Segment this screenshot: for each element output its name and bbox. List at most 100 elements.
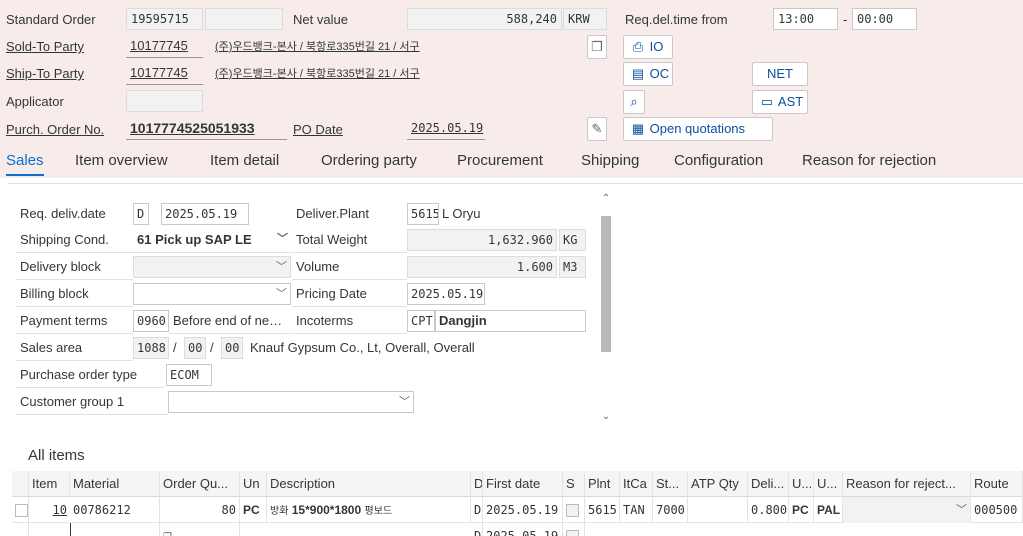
tab-item-overview[interactable]: Item overview	[75, 150, 168, 172]
cell-material-input[interactable]	[70, 523, 160, 536]
header-select[interactable]	[12, 471, 29, 497]
col-route[interactable]: Route	[971, 471, 1023, 497]
ship-to-number-field[interactable]: 10177745	[126, 63, 203, 85]
col-u2[interactable]: U...	[814, 471, 843, 497]
ast-button[interactable]: ▭ AST	[752, 90, 808, 114]
incoterms-place-field[interactable]: Dangjin	[435, 310, 586, 332]
division-field[interactable]: 00	[221, 337, 243, 359]
row-select[interactable]	[12, 497, 29, 523]
cell-s[interactable]	[563, 497, 585, 523]
deliver-plant-code-field[interactable]: 5615	[407, 203, 439, 225]
oc-button[interactable]: ▤ OC	[623, 62, 673, 86]
col-plant[interactable]: Plnt	[585, 471, 620, 497]
po-type-field[interactable]: ECOM	[166, 364, 212, 386]
incoterms-code-field[interactable]: CPT	[407, 310, 435, 332]
time-from-field[interactable]: 13:00	[773, 8, 838, 30]
time-to-field[interactable]: 00:00	[852, 8, 917, 30]
table-row[interactable]: 10 00786212 80 PC 방화 15*900*1800 평보드 D 2…	[12, 497, 1023, 523]
panel-scrollbar[interactable]: ⌃ ⌄	[600, 194, 612, 424]
col-d[interactable]: D	[471, 471, 483, 497]
sold-to-name-link[interactable]: (주)우드뱅크-본사 / 북항로335번길 21 / 서구	[215, 36, 420, 58]
s-checkbox[interactable]	[566, 504, 579, 518]
scroll-down-icon[interactable]: ⌄	[600, 412, 612, 422]
tab-configuration[interactable]: Configuration	[674, 150, 763, 172]
net-button[interactable]: NET	[752, 62, 808, 86]
cell-order-qty[interactable]: 80	[160, 497, 240, 523]
cell-plant[interactable]: 5615	[585, 497, 620, 523]
cell-st[interactable]: 7000	[653, 497, 688, 523]
sold-to-number-field[interactable]: 10177745	[126, 36, 203, 58]
scroll-up-icon[interactable]: ⌃	[600, 194, 612, 204]
delivery-block-select[interactable]: ﹀	[133, 256, 291, 278]
cell-item[interactable]: 10	[29, 497, 70, 523]
cell-u2[interactable]: PAL	[814, 497, 843, 523]
order-number-extra-field[interactable]	[205, 8, 283, 30]
cell-order-qty[interactable]: ❐	[160, 523, 240, 536]
s-checkbox[interactable]	[566, 530, 579, 536]
cell-reason-for-rejection[interactable]: ﹀	[843, 497, 971, 523]
volume-unit-field[interactable]: M3	[559, 256, 586, 278]
col-material[interactable]: Material	[70, 471, 160, 497]
sales-org-field[interactable]: 1088	[133, 337, 169, 359]
value-help-icon[interactable]: ❐	[163, 532, 172, 536]
table-row[interactable]: ❐ D 2025.05.19	[12, 523, 1023, 536]
billing-block-select[interactable]: ﹀	[133, 283, 291, 305]
customer-group-select[interactable]: ﹀	[168, 391, 414, 413]
total-weight-unit-field[interactable]: KG	[559, 229, 586, 251]
tab-shipping[interactable]: Shipping	[581, 150, 639, 172]
edit-icon[interactable]: ✎	[587, 117, 607, 141]
po-date-label[interactable]: PO Date	[293, 119, 343, 141]
col-atp-qty[interactable]: ATP Qty	[688, 471, 748, 497]
req-deliv-date-unit-field[interactable]: D	[133, 203, 149, 225]
cell-atp-qty[interactable]	[688, 497, 748, 523]
tab-procurement[interactable]: Procurement	[457, 150, 543, 172]
row-select[interactable]	[12, 523, 29, 536]
shipping-cond-select[interactable]: 61 Pick up SAP LE ﹀	[133, 227, 291, 253]
cell-d[interactable]: D	[471, 497, 483, 523]
cell-material[interactable]: 00786212	[70, 497, 160, 523]
cell-deli[interactable]: 0.800	[748, 497, 789, 523]
col-unit[interactable]: Un	[240, 471, 267, 497]
net-value-field[interactable]: 588,240	[407, 8, 562, 30]
cell-description[interactable]: 방화 15*900*1800 평보드	[267, 497, 471, 523]
col-order-qty[interactable]: Order Qu...	[160, 471, 240, 497]
sold-to-label[interactable]: Sold-To Party	[6, 36, 84, 58]
order-number-field[interactable]: 19595715	[126, 8, 203, 30]
col-deli[interactable]: Deli...	[748, 471, 789, 497]
preview-icon[interactable]: ⌕	[623, 90, 645, 114]
cell-s[interactable]	[563, 523, 585, 536]
cell-route[interactable]: 000500	[971, 497, 1023, 523]
cell-first-date[interactable]: 2025.05.19	[483, 523, 563, 536]
col-reason-for-rejection[interactable]: Reason for reject...	[843, 471, 971, 497]
req-deliv-date-field[interactable]: 2025.05.19	[161, 203, 249, 225]
tab-item-detail[interactable]: Item detail	[210, 150, 279, 172]
col-description[interactable]: Description	[267, 471, 471, 497]
applicator-field[interactable]	[126, 90, 203, 112]
col-itca[interactable]: ItCa	[620, 471, 653, 497]
total-weight-field[interactable]: 1,632.960	[407, 229, 557, 251]
col-first-date[interactable]: First date	[483, 471, 563, 497]
po-date-field[interactable]: 2025.05.19	[407, 118, 485, 140]
io-button[interactable]: ⎙ IO	[623, 35, 673, 59]
scrollbar-thumb[interactable]	[601, 216, 611, 352]
tab-reason-for-rejection[interactable]: Reason for rejection	[802, 150, 936, 172]
cell-first-date[interactable]: 2025.05.19	[483, 497, 563, 523]
cell-itca[interactable]: TAN	[620, 497, 653, 523]
cell-unit[interactable]: PC	[240, 497, 267, 523]
tab-sales[interactable]: Sales	[6, 150, 44, 176]
copy-icon[interactable]: ❐	[587, 35, 607, 59]
payment-terms-code-field[interactable]: 0960	[133, 310, 169, 332]
ship-to-name-link[interactable]: (주)우드뱅크-본사 / 북항로335번길 21 / 서구	[215, 63, 420, 85]
col-u1[interactable]: U...	[789, 471, 814, 497]
row-checkbox[interactable]	[15, 504, 28, 518]
pricing-date-field[interactable]: 2025.05.19	[407, 283, 485, 305]
po-number-label[interactable]: Purch. Order No.	[6, 119, 104, 141]
cell-d[interactable]: D	[471, 523, 483, 536]
ship-to-label[interactable]: Ship-To Party	[6, 63, 84, 85]
open-quotations-button[interactable]: ▦ Open quotations	[623, 117, 773, 141]
currency-field[interactable]: KRW	[563, 8, 607, 30]
tab-ordering-party[interactable]: Ordering party	[321, 150, 417, 172]
po-number-field[interactable]: 1017774525051933	[126, 118, 287, 140]
col-st[interactable]: St...	[653, 471, 688, 497]
col-item[interactable]: Item	[29, 471, 70, 497]
